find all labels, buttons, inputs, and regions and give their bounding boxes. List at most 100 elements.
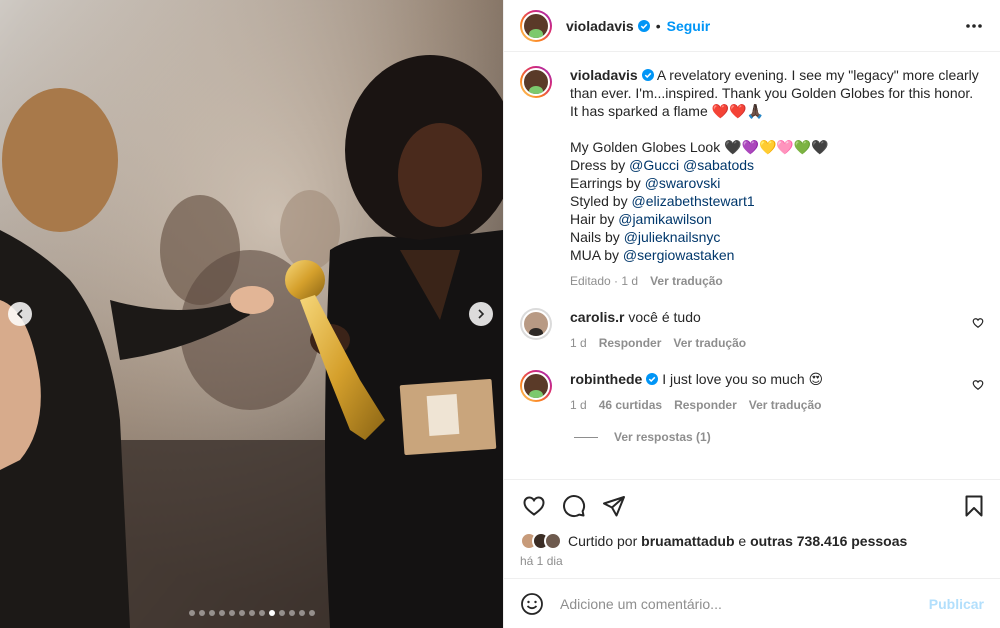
- credit-handles[interactable]: @sergiowastaken: [623, 247, 735, 263]
- emoji-button[interactable]: [520, 592, 544, 616]
- see-translation-link[interactable]: Ver tradução: [749, 396, 822, 414]
- credit-label: Earrings by: [570, 175, 645, 191]
- credit-handles[interactable]: @elizabethstewart1: [631, 193, 754, 209]
- carousel-dot: [218, 610, 225, 616]
- reply-button[interactable]: Responder: [674, 396, 737, 414]
- carousel-dot: [308, 610, 315, 616]
- comment-text: I just love you so much 😍: [662, 371, 824, 387]
- comment-input[interactable]: [560, 595, 929, 612]
- comment-time: 1 d: [570, 398, 587, 412]
- view-replies-button[interactable]: Ver respostas (1): [574, 430, 984, 444]
- credits-list: Dress by @Gucci @sabatods Earrings by @sw…: [570, 156, 984, 264]
- edited-label: Editado: [570, 274, 611, 288]
- replies-divider: [574, 436, 598, 438]
- chevron-left-icon: [16, 309, 23, 319]
- commenter-avatar[interactable]: [520, 308, 552, 340]
- commenter-username[interactable]: robinthede: [570, 371, 642, 387]
- see-translation-link[interactable]: Ver tradução: [673, 334, 746, 352]
- add-comment-bar: Publicar: [504, 578, 1000, 628]
- post-details: violadavis • Seguir violadavis A revelat…: [503, 0, 1000, 628]
- carousel-dot: [298, 610, 305, 616]
- view-replies-label: Ver respostas (1): [614, 430, 711, 444]
- author-avatar[interactable]: [520, 9, 552, 42]
- credit-line: Styled by @elizabethstewart1: [570, 192, 984, 210]
- post-actions: [504, 480, 1000, 532]
- credit-handles[interactable]: @julieknailsnyc: [624, 229, 721, 245]
- comments-section: violadavis A revelatory evening. I see m…: [504, 52, 1000, 480]
- comment-like-button[interactable]: [972, 378, 984, 394]
- save-icon: [965, 495, 983, 517]
- heart-icon: [972, 380, 984, 390]
- carousel-dot: [278, 610, 285, 616]
- more-options-button[interactable]: [964, 16, 984, 36]
- credit-line: MUA by @sergiowastaken: [570, 246, 984, 264]
- publish-button[interactable]: Publicar: [929, 596, 984, 612]
- carousel-next-button[interactable]: [469, 302, 493, 326]
- verified-icon: [641, 69, 654, 81]
- author-username[interactable]: violadavis: [566, 18, 634, 34]
- carousel-dot: [258, 610, 265, 616]
- credit-handles[interactable]: @Gucci @sabatods: [629, 157, 754, 173]
- post-header: violadavis • Seguir: [504, 0, 1000, 52]
- credit-handles[interactable]: @jamikawilson: [618, 211, 712, 227]
- comment-likes[interactable]: 46 curtidas: [599, 396, 662, 414]
- heart-icon: [972, 318, 984, 328]
- comment-like-button[interactable]: [972, 316, 984, 332]
- carousel-dot: [208, 610, 215, 616]
- commenter-avatar[interactable]: [520, 370, 552, 402]
- likes-prefix: Curtido por: [568, 533, 642, 549]
- save-button[interactable]: [962, 494, 986, 518]
- instagram-post-modal: violadavis • Seguir violadavis A revelat…: [0, 0, 1000, 628]
- like-button[interactable]: [522, 494, 546, 518]
- reply-button[interactable]: Responder: [599, 334, 662, 352]
- comment-button[interactable]: [562, 494, 586, 518]
- comment-item: robinthede I just love you so much 😍 1 d 4…: [520, 370, 984, 414]
- verified-icon: [637, 19, 650, 32]
- credit-line: Earrings by @swarovski: [570, 174, 984, 192]
- author-avatar[interactable]: [520, 66, 552, 98]
- credit-handles[interactable]: @swarovski: [645, 175, 721, 191]
- carousel-prev-button[interactable]: [8, 302, 32, 326]
- caption-username[interactable]: violadavis: [570, 67, 638, 83]
- comment-meta: 1 d 46 curtidas Responder Ver tradução: [570, 396, 984, 414]
- share-button[interactable]: [602, 494, 626, 518]
- chevron-right-icon: [478, 309, 485, 319]
- likes-middle: e: [734, 533, 751, 549]
- heart-icon: [523, 496, 545, 516]
- carousel-dot: [288, 610, 295, 616]
- comment-meta: 1 d Responder Ver tradução: [570, 334, 984, 352]
- post-photo: [0, 0, 503, 628]
- likes-others[interactable]: outras 738.416 pessoas: [750, 533, 907, 549]
- see-translation-link[interactable]: Ver tradução: [650, 272, 723, 290]
- comment-time: 1 d: [570, 336, 587, 350]
- commenter-username[interactable]: carolis.r: [570, 309, 624, 325]
- carousel-dot: [248, 610, 255, 616]
- follow-button[interactable]: Seguir: [667, 18, 711, 34]
- carousel-dot: [198, 610, 205, 616]
- header-separator: •: [655, 17, 661, 34]
- edited-time: 1 d: [621, 274, 639, 288]
- credit-label: Styled by: [570, 193, 632, 209]
- caption-meta: Editado · 1 d Ver tradução: [570, 272, 723, 290]
- liker-username[interactable]: bruamattadub: [641, 533, 734, 549]
- carousel-dot: [238, 610, 245, 616]
- credit-label: Hair by: [570, 211, 619, 227]
- carousel-dot: [188, 610, 195, 616]
- post-timestamp[interactable]: há 1 dia: [504, 550, 1000, 578]
- share-icon: [603, 496, 625, 517]
- look-title: My Golden Globes Look 🖤💜💛🩷💚🖤: [570, 139, 829, 155]
- likes-summary: Curtido por bruamattadub e outras 738.41…: [504, 532, 1000, 550]
- credit-line: Hair by @jamikawilson: [570, 210, 984, 228]
- carousel-indicator: [0, 610, 503, 616]
- credit-label: Nails by: [570, 229, 624, 245]
- comment-text: você é tudo: [628, 309, 701, 325]
- credit-label: Dress by: [570, 157, 630, 173]
- comment-icon: [563, 495, 586, 518]
- credit-label: MUA by: [570, 247, 623, 263]
- credit-line: Dress by @Gucci @sabatods: [570, 156, 984, 174]
- comment-item: carolis.r você é tudo 1 d Responder Ver tra…: [520, 308, 984, 352]
- verified-icon: [646, 373, 659, 385]
- more-icon: [966, 23, 982, 28]
- liker-avatar: [544, 532, 562, 550]
- carousel-dot: [228, 610, 235, 616]
